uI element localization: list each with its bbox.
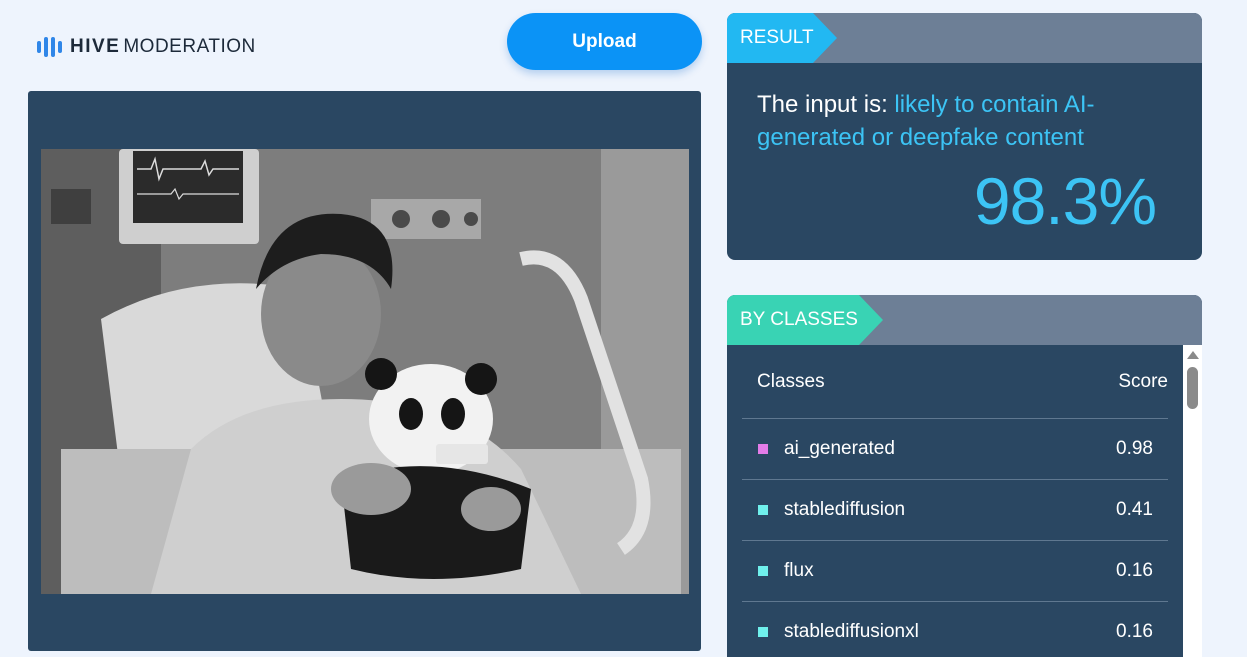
scroll-up-arrow-icon[interactable] — [1187, 351, 1199, 359]
class-score: 0.41 — [1116, 499, 1153, 520]
result-percentage: 98.3% — [973, 164, 1157, 238]
table-header: Classes Score — [742, 345, 1168, 419]
brand-logo[interactable]: HIVE MODERATION — [37, 36, 256, 58]
score-column-header: Score — [1118, 370, 1168, 392]
class-name: flux — [784, 560, 814, 581]
result-prefix: The input is: — [757, 91, 895, 118]
classes-card: BY CLASSES Classes Score ai_generated 0.9… — [727, 295, 1202, 657]
result-verdict-text: The input is: likely to contain AI-gener… — [757, 88, 1177, 154]
classes-column-header: Classes — [757, 370, 825, 392]
class-name: stablediffusion — [784, 499, 906, 520]
photo-illustration — [41, 149, 689, 594]
classes-table: Classes Score ai_generated 0.98 stablediff… — [742, 345, 1168, 657]
classes-card-header: BY CLASSES — [727, 295, 1202, 345]
class-color-swatch — [758, 627, 768, 637]
class-name: stablediffusionxl — [784, 621, 919, 642]
classes-tag: BY CLASSES — [727, 295, 883, 345]
hive-logo-icon — [37, 36, 62, 58]
result-tag: RESULT — [727, 13, 837, 63]
table-row: stablediffusion 0.41 — [742, 480, 1168, 541]
scroll-thumb[interactable] — [1187, 367, 1198, 409]
class-score: 0.98 — [1116, 438, 1153, 459]
table-row: ai_generated 0.98 — [742, 419, 1168, 480]
result-card: RESULT The input is: likely to contain A… — [727, 13, 1202, 260]
class-color-swatch — [758, 444, 768, 454]
class-score: 0.16 — [1116, 560, 1153, 581]
class-color-swatch — [758, 566, 768, 576]
uploaded-photo — [41, 149, 689, 594]
brand-name: HIVE MODERATION — [70, 36, 256, 57]
class-name: ai_generated — [784, 438, 895, 459]
classes-scrollbar[interactable] — [1183, 345, 1202, 657]
result-card-header: RESULT — [727, 13, 1202, 63]
upload-button[interactable]: Upload — [507, 13, 702, 70]
class-color-swatch — [758, 505, 768, 515]
class-score: 0.16 — [1116, 621, 1153, 642]
image-preview-panel — [28, 91, 701, 651]
table-row: stablediffusionxl 0.16 — [742, 602, 1168, 657]
table-row: flux 0.16 — [742, 541, 1168, 602]
